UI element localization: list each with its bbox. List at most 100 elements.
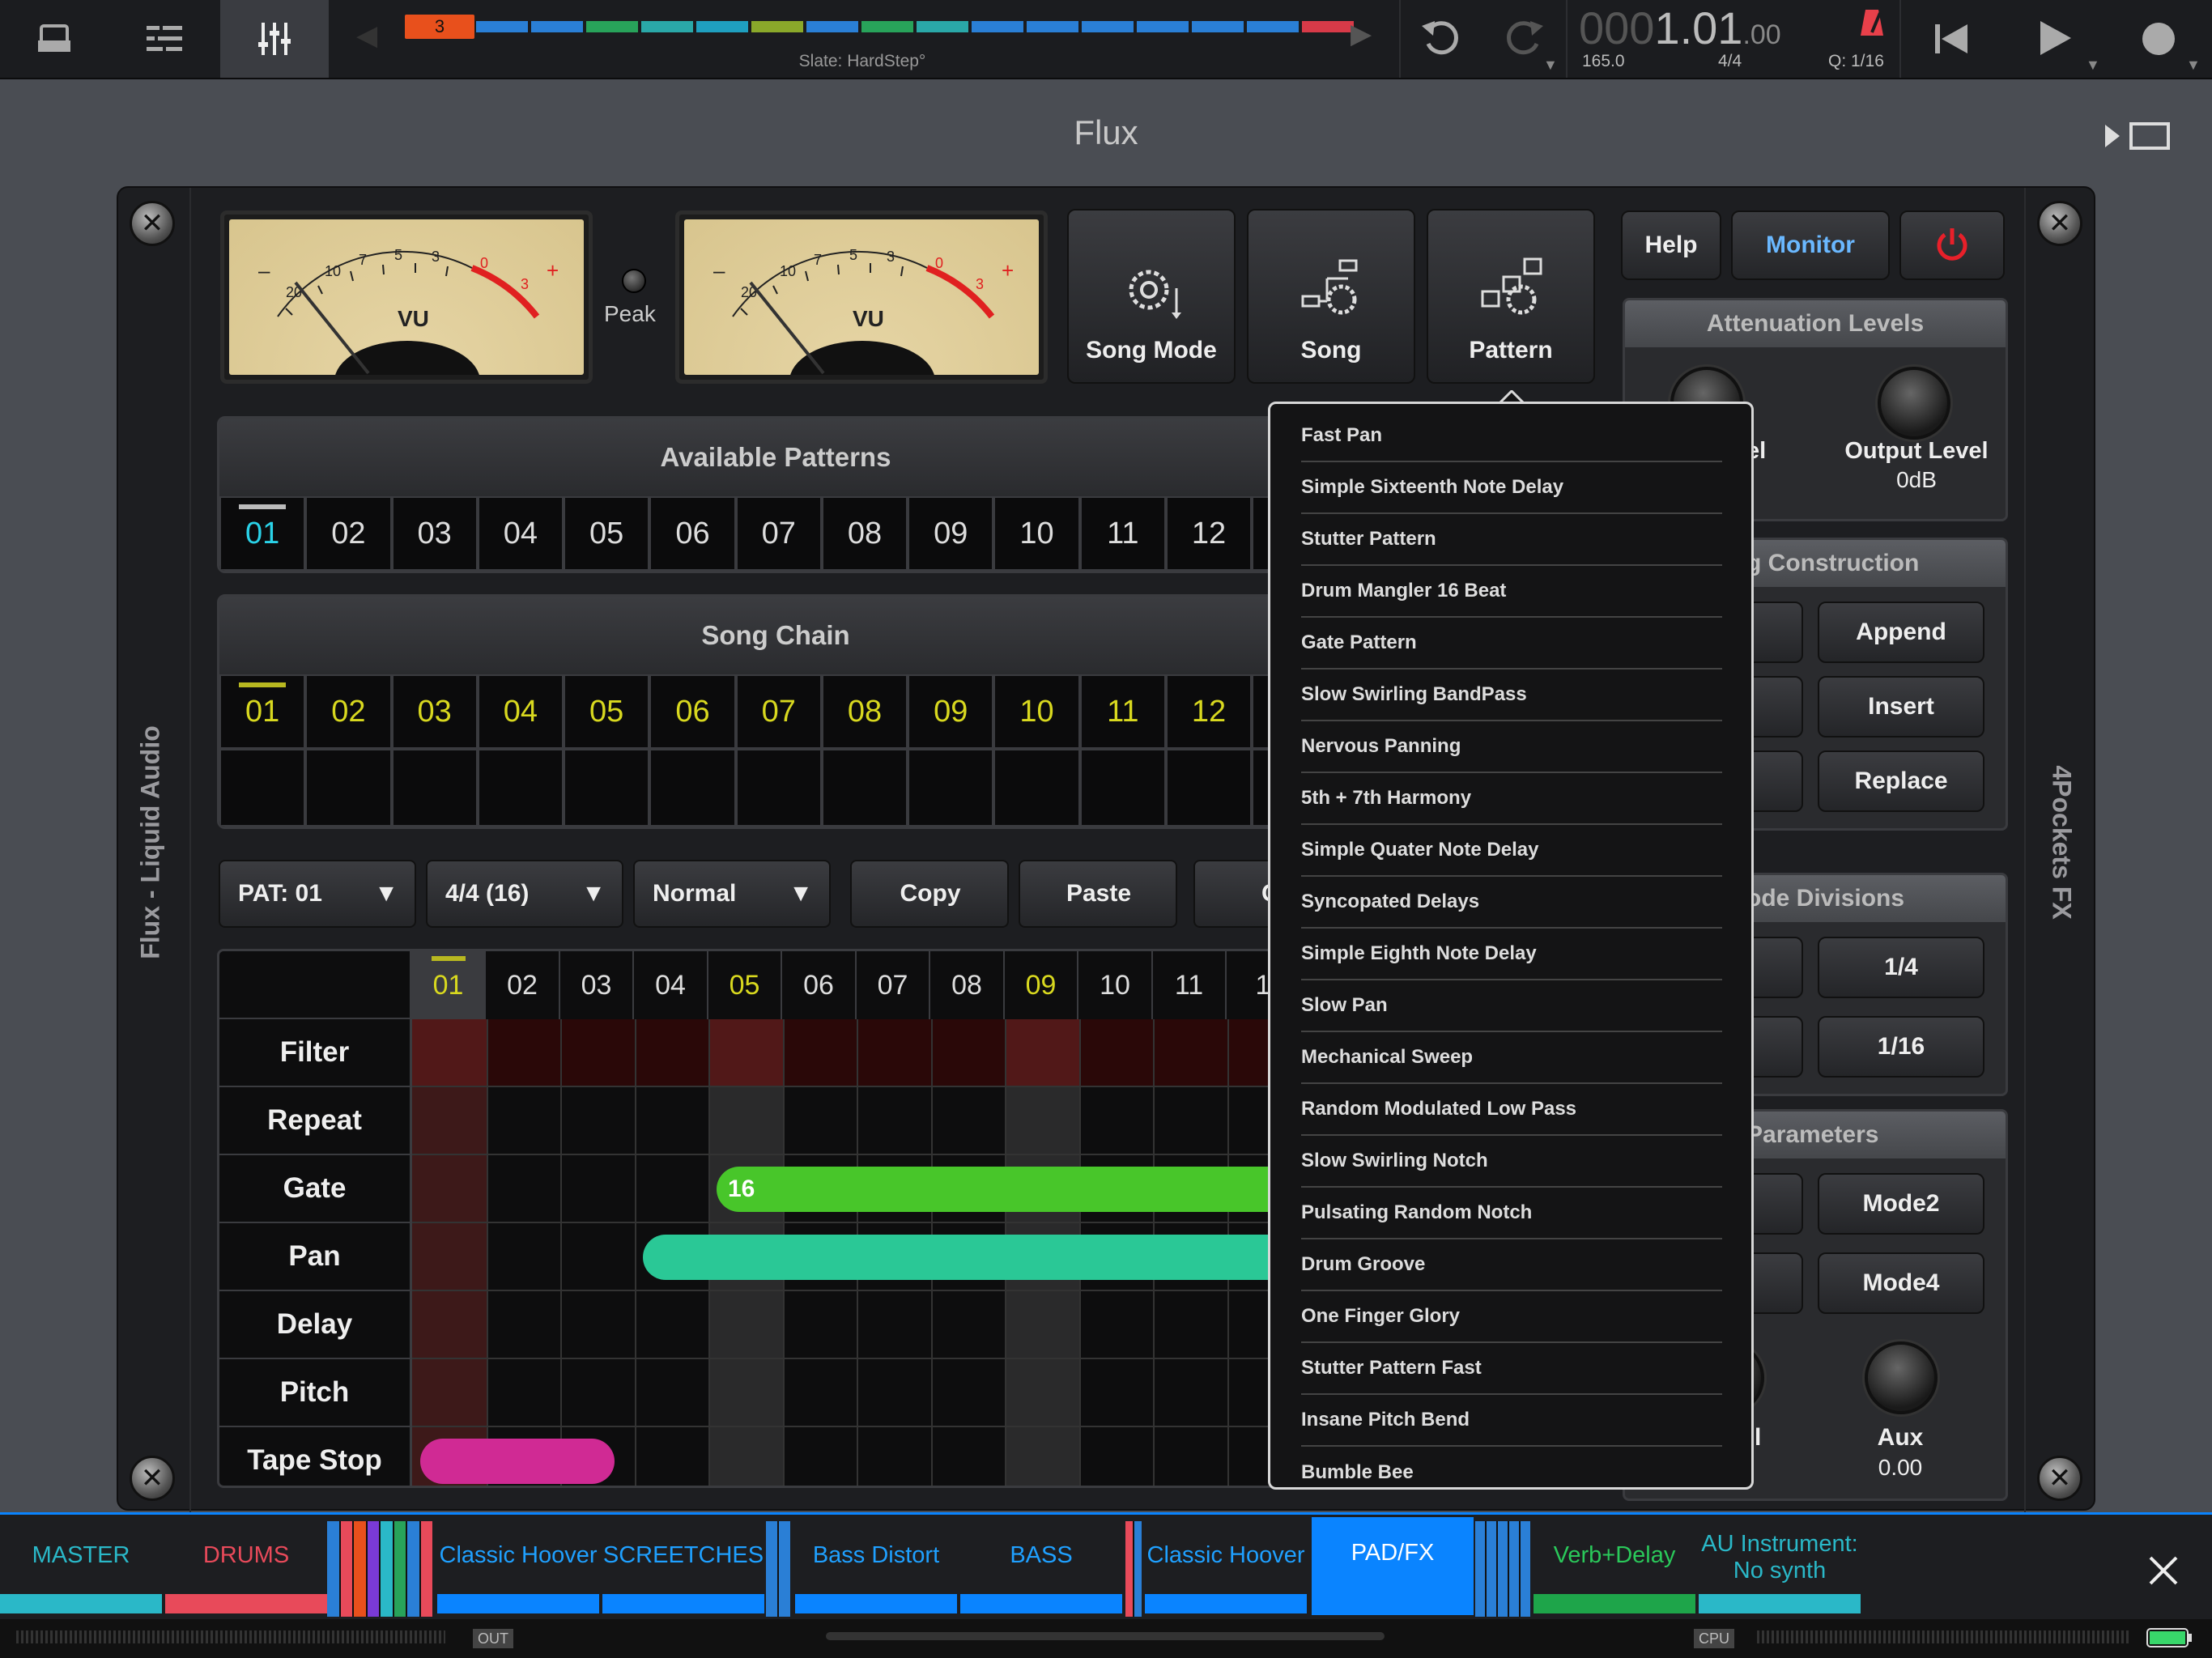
preset-menu-item[interactable]: Slow Pan [1301, 980, 1722, 1032]
quantize-value[interactable]: Q: 1/16 [1828, 52, 1884, 71]
preset-menu-item[interactable]: Mechanical Sweep [1301, 1032, 1722, 1084]
preset-menu-item[interactable]: Pulsating Random Notch [1301, 1188, 1722, 1239]
output-level-knob[interactable] [1878, 367, 1950, 440]
step-column-header[interactable]: 01 [412, 951, 486, 1019]
help-button[interactable]: Help [1621, 210, 1721, 280]
preset-menu-item[interactable]: One Finger Glory [1301, 1291, 1722, 1343]
preset-menu-item[interactable]: Nervous Panning [1301, 721, 1722, 773]
step-column-header[interactable]: 03 [560, 951, 634, 1019]
chain-slot-empty[interactable] [735, 749, 822, 827]
timeline-region[interactable] [696, 21, 748, 32]
timeline-region[interactable] [806, 21, 858, 32]
tempo-value[interactable]: 165.0 [1582, 52, 1625, 71]
mixer-button[interactable] [220, 0, 329, 78]
time-signature-dropdown[interactable]: 4/4 (16) ▼ [426, 860, 623, 928]
effect-row-label[interactable]: Pan [219, 1223, 412, 1291]
redo-button[interactable] [1501, 15, 1546, 64]
chain-slot-empty[interactable] [649, 749, 736, 827]
sequencer-grid[interactable]: 01 02 03 04 05 06 07 08 09 10 11 1 Filter Repeat Gate P… [217, 949, 1383, 1488]
pattern-slot[interactable]: 03 [391, 496, 478, 571]
song-mode-button[interactable]: Song Mode [1067, 209, 1236, 384]
chain-slot-empty[interactable] [219, 749, 306, 827]
track-tab[interactable]: AU Instrument: No synth [1699, 1520, 1861, 1613]
time-signature-value[interactable]: 4/4 [1718, 52, 1742, 71]
aux-knob[interactable] [1865, 1341, 1938, 1414]
preset-menu-item[interactable]: Gate Pattern [1301, 618, 1722, 670]
insert-button[interactable]: Insert [1818, 676, 1984, 738]
timeline-region[interactable] [751, 21, 803, 32]
gate-event-bar[interactable]: 16 [717, 1167, 1364, 1212]
preset-menu-item[interactable]: Slow Swirling BandPass [1301, 670, 1722, 721]
undo-button[interactable] [1419, 15, 1464, 64]
power-button[interactable] [1899, 210, 2005, 280]
timeline-region[interactable] [1027, 21, 1078, 32]
timeline-region[interactable] [1192, 21, 1244, 32]
effect-row-label[interactable]: Tape Stop [219, 1427, 412, 1486]
append-button[interactable]: Append [1818, 602, 1984, 663]
track-tab[interactable]: BASS [960, 1520, 1122, 1613]
track-tab[interactable]: Classic Hoover [437, 1520, 599, 1613]
play-menu-chevron-icon[interactable]: ▼ [2086, 57, 2100, 74]
division-quarter-button[interactable]: 1/4 [1818, 937, 1984, 998]
mode-dropdown[interactable]: Normal ▼ [633, 860, 831, 928]
timeline-region[interactable] [861, 21, 913, 32]
chain-slot[interactable]: 05 [564, 674, 650, 749]
timeline-region[interactable] [917, 21, 968, 32]
pattern-slot[interactable]: 12 [1165, 496, 1253, 571]
pattern-slot[interactable]: 08 [821, 496, 908, 571]
pattern-select-dropdown[interactable]: PAT: 01 ▼ [219, 860, 416, 928]
tape-stop-event-bar[interactable] [420, 1439, 615, 1484]
step-column-header[interactable]: 05 [708, 951, 782, 1019]
play-forward-icon[interactable]: ▶ [1351, 18, 1372, 50]
chain-slot[interactable]: 09 [908, 674, 994, 749]
pattern-slot[interactable]: 02 [305, 496, 392, 571]
pattern-button[interactable]: Pattern [1427, 209, 1595, 384]
effect-row-label[interactable]: Repeat [219, 1087, 412, 1155]
preset-menu-item[interactable]: Insane Pitch Bend [1301, 1395, 1722, 1447]
close-button[interactable] [2147, 1554, 2180, 1591]
record-menu-chevron-icon[interactable]: ▼ [2186, 57, 2201, 74]
metronome-button[interactable] [1859, 8, 1885, 41]
timeline-region[interactable] [476, 21, 528, 32]
chain-slot[interactable]: 06 [649, 674, 736, 749]
preset-menu-item[interactable]: Drum Mangler 16 Beat [1301, 566, 1722, 618]
paste-button[interactable]: Paste [1019, 860, 1177, 928]
track-tab[interactable]: Classic Hoover [1145, 1520, 1307, 1613]
record-icon[interactable] [2142, 23, 2175, 55]
chain-slot-empty[interactable] [821, 749, 908, 827]
track-tab[interactable]: Bass Distort [795, 1520, 957, 1613]
pattern-slot[interactable]: 11 [1079, 496, 1166, 571]
preset-menu-item[interactable]: Drum Groove [1301, 1239, 1722, 1291]
chain-slot[interactable]: 07 [735, 674, 822, 749]
replace-button[interactable]: Replace [1818, 750, 1984, 812]
timeline-overview[interactable] [405, 16, 1354, 34]
step-column-header[interactable]: 07 [857, 951, 930, 1019]
tracks-button[interactable] [110, 0, 219, 78]
pattern-slot[interactable]: 07 [735, 496, 822, 571]
timeline-region[interactable] [1247, 21, 1299, 32]
step-column-header[interactable]: 02 [487, 951, 560, 1019]
chain-slot[interactable]: 11 [1079, 674, 1166, 749]
pattern-slot[interactable]: 10 [993, 496, 1080, 571]
pattern-slot[interactable]: 01 [219, 496, 306, 571]
redo-menu-chevron-icon[interactable]: ▼ [1543, 57, 1558, 74]
chain-slot-empty[interactable] [1079, 749, 1166, 827]
pattern-slot[interactable]: 09 [908, 496, 994, 571]
division-sixteenth-button[interactable]: 1/16 [1818, 1016, 1984, 1078]
timeline-region[interactable] [1137, 21, 1189, 32]
track-tab[interactable]: Verb+Delay [1534, 1520, 1695, 1613]
preset-menu-item[interactable]: Simple Sixteenth Note Delay [1301, 462, 1722, 514]
window-toggle-button[interactable] [2104, 121, 2172, 155]
preset-menu-item[interactable]: Simple Quater Note Delay [1301, 825, 1722, 877]
track-tab[interactable]: MASTER [0, 1520, 162, 1613]
rewind-button[interactable] [1933, 21, 1969, 61]
effect-row-label[interactable]: Delay [219, 1291, 412, 1359]
chain-slot-empty[interactable] [305, 749, 392, 827]
pan-event-bar[interactable] [642, 1235, 1372, 1280]
track-tab[interactable]: PAD/FX [1312, 1517, 1474, 1615]
play-button[interactable] [2039, 19, 2073, 61]
chain-slot-empty[interactable] [1165, 749, 1253, 827]
preset-menu-item[interactable]: Bumble Bee [1301, 1447, 1722, 1499]
song-button[interactable]: Song [1247, 209, 1415, 384]
chain-slot-empty[interactable] [564, 749, 650, 827]
